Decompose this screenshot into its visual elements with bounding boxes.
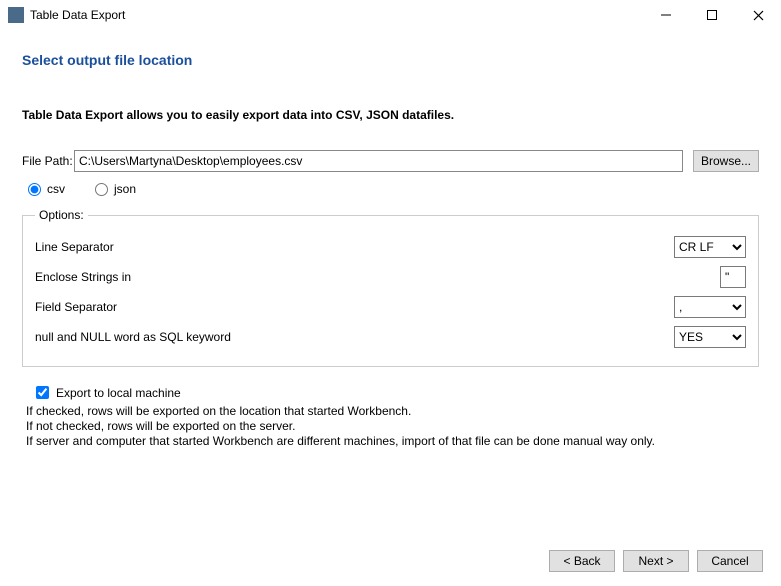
options-legend: Options: <box>35 208 88 222</box>
maximize-button[interactable] <box>689 0 735 30</box>
radio-csv-label: csv <box>47 182 65 196</box>
line-separator-label: Line Separator <box>35 240 674 254</box>
cancel-button[interactable]: Cancel <box>697 550 763 572</box>
radio-csv[interactable]: csv <box>28 182 65 196</box>
null-keyword-label: null and NULL word as SQL keyword <box>35 330 674 344</box>
enclose-strings-label: Enclose Strings in <box>35 270 720 284</box>
app-icon <box>8 7 24 23</box>
minimize-button[interactable] <box>643 0 689 30</box>
close-button[interactable] <box>735 0 781 30</box>
help-line-2: If not checked, rows will be exported on… <box>26 419 759 434</box>
wizard-footer: < Back Next > Cancel <box>549 550 763 572</box>
radio-json[interactable]: json <box>95 182 136 196</box>
file-path-row: File Path: Browse... <box>22 150 759 172</box>
radio-json-input[interactable] <box>95 183 108 196</box>
enclose-strings-input[interactable] <box>720 266 746 288</box>
window-title: Table Data Export <box>30 8 643 22</box>
export-local-checkbox-input[interactable] <box>36 386 49 399</box>
help-line-3: If server and computer that started Work… <box>26 434 759 449</box>
null-keyword-select[interactable]: YES <box>674 326 746 348</box>
export-local-label: Export to local machine <box>56 386 181 400</box>
option-field-separator-row: Field Separator , <box>35 292 746 322</box>
format-radios: csv json <box>28 182 759 196</box>
page-heading: Select output file location <box>22 52 759 68</box>
help-line-1: If checked, rows will be exported on the… <box>26 404 759 419</box>
window-controls <box>643 0 781 30</box>
content-area: Select output file location Table Data E… <box>0 30 781 449</box>
option-null-keyword-row: null and NULL word as SQL keyword YES <box>35 322 746 352</box>
file-path-label: File Path: <box>22 154 74 168</box>
file-path-input[interactable] <box>74 150 683 172</box>
page-subheading: Table Data Export allows you to easily e… <box>22 108 759 122</box>
next-button[interactable]: Next > <box>623 550 689 572</box>
export-local-checkbox[interactable]: Export to local machine <box>32 383 759 402</box>
field-separator-label: Field Separator <box>35 300 674 314</box>
titlebar: Table Data Export <box>0 0 781 30</box>
options-group: Options: Line Separator CR LF Enclose St… <box>22 208 759 367</box>
radio-csv-input[interactable] <box>28 183 41 196</box>
field-separator-select[interactable]: , <box>674 296 746 318</box>
line-separator-select[interactable]: CR LF <box>674 236 746 258</box>
back-button[interactable]: < Back <box>549 550 615 572</box>
browse-button[interactable]: Browse... <box>693 150 759 172</box>
option-line-separator-row: Line Separator CR LF <box>35 232 746 262</box>
option-enclose-strings-row: Enclose Strings in <box>35 262 746 292</box>
export-local-help: If checked, rows will be exported on the… <box>26 404 759 449</box>
radio-json-label: json <box>114 182 136 196</box>
